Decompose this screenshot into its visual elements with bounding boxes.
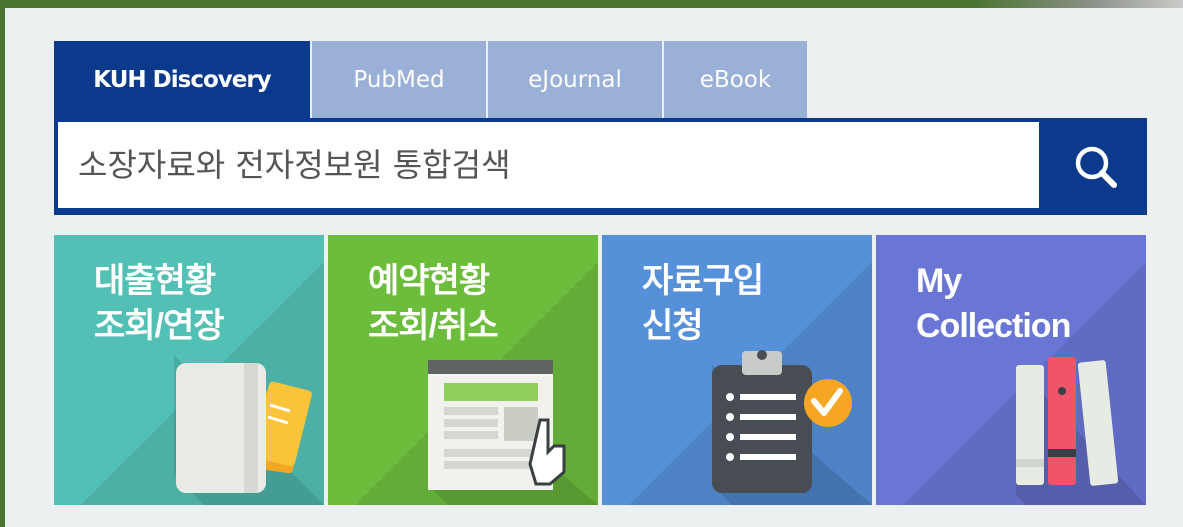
tile-label: My Collection (916, 262, 1071, 345)
search-tabs: KUH Discovery PubMed eJournal eBook (54, 41, 807, 118)
tab-ejournal[interactable]: eJournal (488, 41, 664, 118)
header-decoration (973, 0, 1183, 8)
search-button[interactable] (1044, 118, 1147, 215)
search-icon (1075, 146, 1117, 188)
tab-pubmed[interactable]: PubMed (312, 41, 488, 118)
tile-loan-status[interactable]: 대출현황 조회/연장 (54, 235, 324, 505)
tile-label: 대출현황 조회/연장 (94, 262, 225, 345)
tab-kuh-discovery[interactable]: KUH Discovery (54, 41, 312, 118)
quick-menu: 대출현황 조회/연장 예약현황 조회/취소 자료구입 신청 My Collect… (54, 235, 1146, 505)
search-input[interactable] (58, 122, 1039, 208)
tile-my-collection[interactable]: My Collection (876, 235, 1146, 505)
tab-ebook[interactable]: eBook (664, 41, 807, 118)
tile-label: 자료구입 신청 (642, 262, 764, 345)
tile-purchase-request[interactable]: 자료구입 신청 (602, 235, 872, 505)
search-panel: KUH Discovery PubMed eJournal eBook 소장자료… (5, 8, 1183, 527)
tile-label: 예약현황 조회/취소 (368, 262, 499, 345)
search-bar (54, 118, 1147, 215)
tile-reservation-status[interactable]: 예약현황 조회/취소 (328, 235, 598, 505)
